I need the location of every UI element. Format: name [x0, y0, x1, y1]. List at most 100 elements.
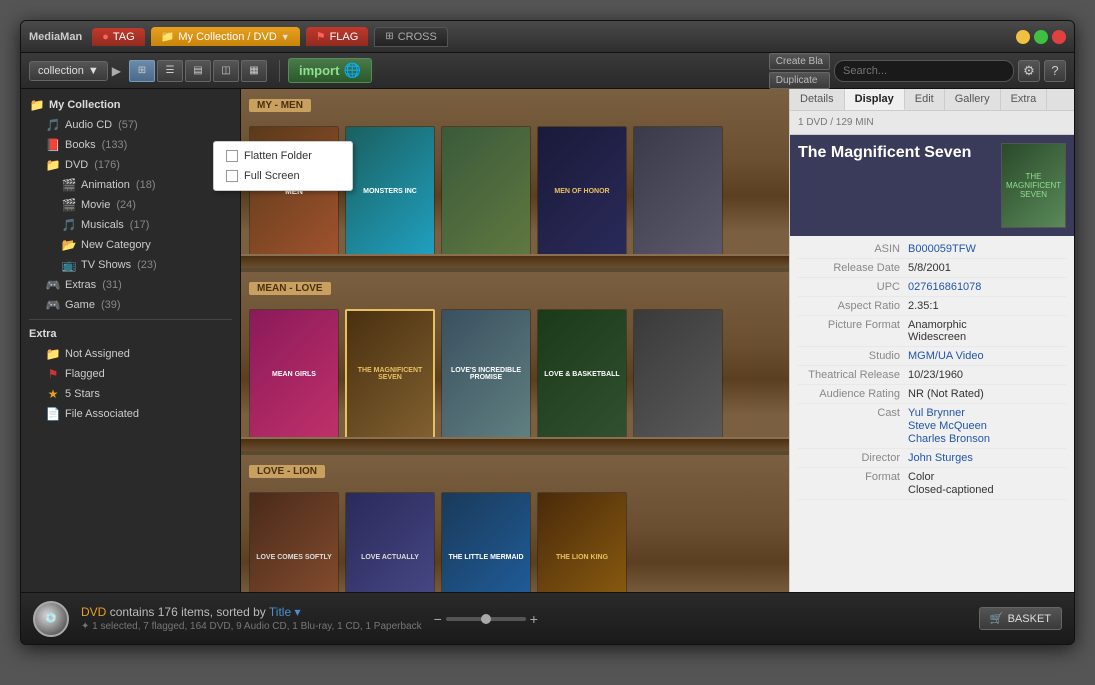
zoom-out-button[interactable]: − [434, 611, 442, 627]
list-item[interactable]: MEN OF HONOR [537, 126, 627, 256]
list-item[interactable]: LOVE COMES SOFTLY [249, 492, 339, 592]
status-dvd-label: DVD [81, 605, 106, 619]
sidebar-item-musicals[interactable]: 🎵 Musicals (17) [21, 215, 240, 235]
view-grid-button[interactable]: ⊞ [129, 60, 155, 82]
toolbar-right: Create Bla Duplicate ⚙ ? [769, 53, 1066, 89]
titlebar: MediaMan ● TAG 📁 My Collection / DVD ▼ ⚑… [21, 21, 1074, 53]
my-collection-folder-icon: 📁 [29, 97, 45, 113]
sidebar-item-flagged[interactable]: ⚑ Flagged [21, 364, 240, 384]
detail-row-studio: Studio MGM/UA Video [798, 347, 1066, 366]
sidebar-item-tv-shows[interactable]: 📺 TV Shows (23) [21, 255, 240, 275]
sidebar-item-books[interactable]: 📕 Books (133) [21, 135, 240, 155]
list-item[interactable]: LOVE'S INCREDIBLE PROMISE [441, 309, 531, 439]
tab-collection[interactable]: 📁 My Collection / DVD ▼ [151, 27, 300, 46]
status-sub-text: ✦ 1 selected, 7 flagged, 164 DVD, 9 Audi… [81, 621, 422, 632]
sidebar-item-new-category[interactable]: 📂 New Category [21, 235, 240, 255]
tab-details[interactable]: Details [790, 89, 845, 110]
duplicate-button[interactable]: Duplicate [769, 72, 830, 89]
settings-button[interactable]: ⚙ [1018, 60, 1040, 82]
list-item[interactable]: LOVE & BASKETBALL [537, 309, 627, 439]
close-button[interactable] [1052, 30, 1066, 44]
shelf-label-mean-love: MEAN - LOVE [249, 282, 331, 295]
basket-button[interactable]: 🛒 BASKET [979, 607, 1062, 630]
shelf-books-mean-love: MEAN GIRLS THE MAGNIFICENT SEVEN LOVE'S … [249, 299, 781, 439]
create-duplicate-group: Create Bla Duplicate [769, 53, 830, 89]
collection-dropdown-button[interactable]: collection ▼ [29, 61, 108, 81]
flatten-folder-item[interactable]: Flatten Folder [214, 146, 352, 166]
tab-extra[interactable]: Extra [1001, 89, 1048, 110]
toolbar: collection ▼ ▶ ⊞ ☰ ▤ ◫ ▦ import 🌐 Create… [21, 53, 1074, 89]
toolbar-dropdown-menu: Flatten Folder Full Screen [213, 141, 353, 191]
list-item[interactable]: LOVE ACTUALLY [345, 492, 435, 592]
list-item[interactable]: MONSTERS INC [345, 126, 435, 256]
detail-fields: ASIN B000059TFW Release Date 5/8/2001 UP… [790, 236, 1074, 504]
detail-panel: Details Display Edit Gallery Extra 1 DVD… [789, 89, 1074, 592]
sort-field: Title [269, 605, 291, 619]
full-screen-item[interactable]: Full Screen [214, 166, 352, 186]
help-button[interactable]: ? [1044, 60, 1066, 82]
flatten-folder-checkbox[interactable] [226, 150, 238, 162]
zoom-in-button[interactable]: + [530, 611, 538, 627]
movie-icon: 🎬 [61, 197, 77, 213]
sidebar-item-extras[interactable]: 🎮 Extras (31) [21, 275, 240, 295]
basket-icon: 🛒 [990, 612, 1004, 625]
sidebar-item-movie[interactable]: 🎬 Movie (24) [21, 195, 240, 215]
maximize-button[interactable] [1034, 30, 1048, 44]
toolbar-container: collection ▼ ▶ ⊞ ☰ ▤ ◫ ▦ import 🌐 Create… [21, 53, 1074, 89]
dropdown-arrow-icon: ▼ [88, 65, 99, 77]
musicals-icon: 🎵 [61, 217, 77, 233]
detail-row-release-date: Release Date 5/8/2001 [798, 259, 1066, 278]
tag-icon: ● [102, 31, 109, 43]
list-item[interactable]: MEAN GIRLS [249, 309, 339, 439]
tab-tag[interactable]: ● TAG [92, 28, 144, 46]
sidebar-root-item[interactable]: 📁 My Collection [21, 95, 240, 115]
audio-cd-icon: 🎵 [45, 117, 61, 133]
tab-flag[interactable]: ⚑ FLAG [306, 27, 369, 46]
tab-display[interactable]: Display [845, 89, 905, 110]
shelf-row-love-lion: LOVE - LION LOVE COMES SOFTLY LOVE ACTUA… [241, 455, 789, 592]
list-item[interactable] [633, 126, 723, 256]
zoom-controls: − + [434, 611, 538, 627]
not-assigned-icon: 📁 [45, 346, 61, 362]
create-button[interactable]: Create Bla [769, 53, 830, 70]
status-text-group: DVD contains 176 items, sorted by Title … [81, 605, 422, 632]
list-item[interactable]: THE LITTLE MERMAID [441, 492, 531, 592]
import-button[interactable]: import 🌐 [288, 58, 372, 83]
detail-row-upc: UPC 027616861078 [798, 278, 1066, 297]
books-icon: 📕 [45, 137, 61, 153]
collection-icon: 📁 [161, 30, 175, 43]
list-item[interactable]: THE MAGNIFICENT SEVEN [345, 309, 435, 439]
view-detail-button[interactable]: ▤ [185, 60, 211, 82]
list-item[interactable] [633, 309, 723, 439]
tab-edit[interactable]: Edit [905, 89, 945, 110]
sidebar-item-dvd[interactable]: 📁 DVD (176) [21, 155, 240, 175]
collection-btn-label: collection [38, 65, 84, 77]
search-input[interactable] [834, 60, 1014, 82]
full-screen-checkbox[interactable] [226, 170, 238, 182]
list-item[interactable]: THE LION KING [537, 492, 627, 592]
sidebar-item-game[interactable]: 🎮 Game (39) [21, 295, 240, 315]
sidebar-extra-header: Extra [21, 324, 240, 344]
sidebar-item-5-stars[interactable]: ★ 5 Stars [21, 384, 240, 404]
zoom-slider-thumb[interactable] [481, 614, 491, 624]
tab-cross[interactable]: ⊞ CROSS [374, 27, 448, 47]
zoom-slider[interactable] [446, 617, 526, 621]
tab-gallery[interactable]: Gallery [945, 89, 1001, 110]
sidebar-item-audio-cd[interactable]: 🎵 Audio CD (57) [21, 115, 240, 135]
app-logo: MediaMan [29, 31, 82, 43]
detail-row-picture-format: Picture Format AnamorphicWidescreen [798, 316, 1066, 347]
view-list-button[interactable]: ☰ [157, 60, 183, 82]
sidebar-item-file-associated[interactable]: 📄 File Associated [21, 404, 240, 424]
view-shelf-button[interactable]: ◫ [213, 60, 239, 82]
list-item[interactable] [441, 126, 531, 256]
view-table-button[interactable]: ▦ [241, 60, 267, 82]
detail-hero-section: The Magnificent Seven THE MAGNIFICENT SE… [790, 135, 1074, 236]
sidebar-item-not-assigned[interactable]: 📁 Not Assigned [21, 344, 240, 364]
detail-content: The Magnificent Seven THE MAGNIFICENT SE… [790, 135, 1074, 592]
window-controls [1016, 30, 1066, 44]
detail-header-info: 1 DVD / 129 MIN [790, 111, 1074, 135]
sidebar-item-animation[interactable]: 🎬 Animation (18) [21, 175, 240, 195]
detail-row-format: Format Color Closed-captioned [798, 468, 1066, 500]
extras-icon: 🎮 [45, 277, 61, 293]
minimize-button[interactable] [1016, 30, 1030, 44]
